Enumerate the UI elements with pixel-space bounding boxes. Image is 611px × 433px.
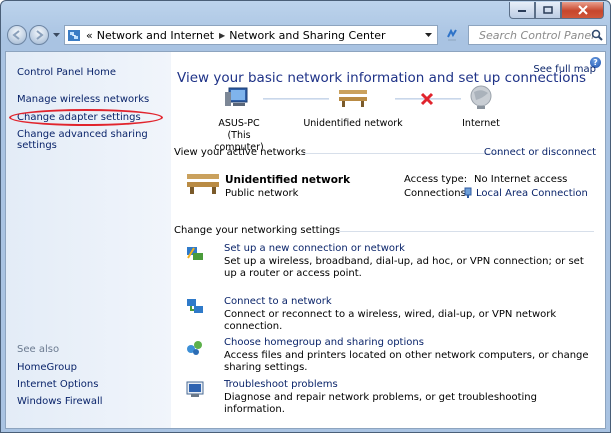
connect-network-link[interactable]: Connect to a network — [224, 296, 332, 307]
control-panel-home-link[interactable]: Control Panel Home — [17, 67, 116, 78]
address-overflow[interactable]: « — [86, 29, 93, 42]
content-area: Control Panel Home Manage wireless netwo… — [5, 51, 606, 429]
troubleshoot-icon[interactable] — [185, 379, 205, 399]
close-icon — [577, 5, 588, 15]
see-also-label: See also — [17, 344, 60, 355]
search-icon[interactable] — [591, 29, 603, 41]
main-pane: ? View your basic network information an… — [171, 52, 605, 428]
active-networks-header: View your active networks — [174, 147, 306, 158]
map-internet-label: Internet — [462, 118, 500, 129]
search-placeholder: Search Control Panel — [479, 29, 595, 42]
breadcrumb-separator-icon[interactable]: ▶ — [219, 31, 225, 40]
network-folder-icon — [68, 29, 80, 41]
connection-line-computer-network — [263, 98, 329, 100]
manage-wireless-networks-link[interactable]: Manage wireless networks — [17, 94, 149, 105]
connections-label: Connections: — [404, 188, 470, 199]
computer-icon[interactable] — [223, 86, 253, 110]
active-network-bench-icon — [187, 174, 219, 194]
connect-or-disconnect-link[interactable]: Connect or disconnect — [484, 147, 596, 158]
homegroup-link[interactable]: HomeGroup — [17, 362, 77, 373]
address-dropdown-icon[interactable] — [425, 32, 433, 38]
active-network-type[interactable]: Public network — [225, 188, 298, 199]
see-full-map-link[interactable]: See full map — [533, 64, 596, 75]
homegroup-options-desc: Access files and printers located on oth… — [224, 350, 589, 373]
page-title: View your basic network information and … — [177, 70, 587, 86]
minimize-button[interactable] — [509, 2, 535, 19]
access-type-value: No Internet access — [474, 174, 568, 185]
new-connection-icon[interactable] — [185, 243, 205, 263]
active-network-name: Unidentified network — [225, 174, 351, 186]
bench-icon[interactable] — [337, 88, 369, 108]
navigation-bar: « Network and Internet ▶ Network and Sha… — [5, 22, 607, 48]
computer-name: ASUS-PC — [218, 118, 260, 129]
setup-connection-desc: Set up a wireless, broadband, dial-up, a… — [224, 256, 584, 279]
homegroup-icon[interactable] — [185, 337, 205, 357]
windows-firewall-link[interactable]: Windows Firewall — [17, 396, 103, 407]
active-networks-divider — [303, 153, 503, 154]
access-type-label: Access type: — [404, 174, 468, 185]
forward-button[interactable] — [29, 25, 49, 45]
recent-pages-dropdown-icon[interactable] — [53, 32, 60, 39]
ethernet-icon — [464, 187, 472, 198]
globe-icon[interactable] — [468, 84, 494, 112]
back-arrow-icon — [12, 30, 20, 40]
setup-connection-link[interactable]: Set up a new connection or network — [224, 243, 405, 254]
breadcrumb-network-and-internet[interactable]: Network and Internet — [97, 29, 214, 42]
change-settings-header: Change your networking settings — [174, 225, 341, 236]
connect-network-desc: Connect or reconnect to a wireless, wire… — [224, 309, 557, 332]
forward-arrow-icon — [36, 30, 44, 40]
disconnected-x-icon — [420, 92, 434, 106]
map-network-label: Unidentified network — [303, 118, 403, 129]
internet-options-link[interactable]: Internet Options — [17, 379, 98, 390]
maximize-icon — [543, 6, 553, 14]
close-button[interactable] — [561, 2, 604, 19]
caption-buttons — [509, 2, 604, 19]
search-input[interactable]: Search Control Panel — [468, 25, 607, 45]
maximize-button[interactable] — [535, 2, 561, 19]
troubleshoot-desc: Diagnose and repair network problems, or… — [224, 392, 537, 415]
homegroup-options-link[interactable]: Choose homegroup and sharing options — [224, 337, 424, 348]
troubleshoot-link[interactable]: Troubleshoot problems — [224, 379, 338, 390]
connect-network-icon[interactable] — [185, 296, 205, 316]
refresh-icon — [447, 28, 457, 41]
change-advanced-sharing-settings-link[interactable]: Change advanced sharing settings — [17, 129, 157, 151]
back-button[interactable] — [7, 25, 27, 45]
local-area-connection-link[interactable]: Local Area Connection — [476, 188, 588, 199]
window: « Network and Internet ▶ Network and Sha… — [0, 0, 611, 433]
breadcrumb-network-and-sharing-center[interactable]: Network and Sharing Center — [229, 29, 385, 42]
minimize-icon — [518, 10, 526, 12]
refresh-button[interactable] — [442, 25, 462, 45]
address-bar[interactable]: « Network and Internet ▶ Network and Sha… — [64, 25, 438, 45]
highlight-oval — [9, 109, 163, 126]
left-pane: Control Panel Home Manage wireless netwo… — [6, 52, 171, 428]
change-settings-divider — [339, 231, 594, 232]
